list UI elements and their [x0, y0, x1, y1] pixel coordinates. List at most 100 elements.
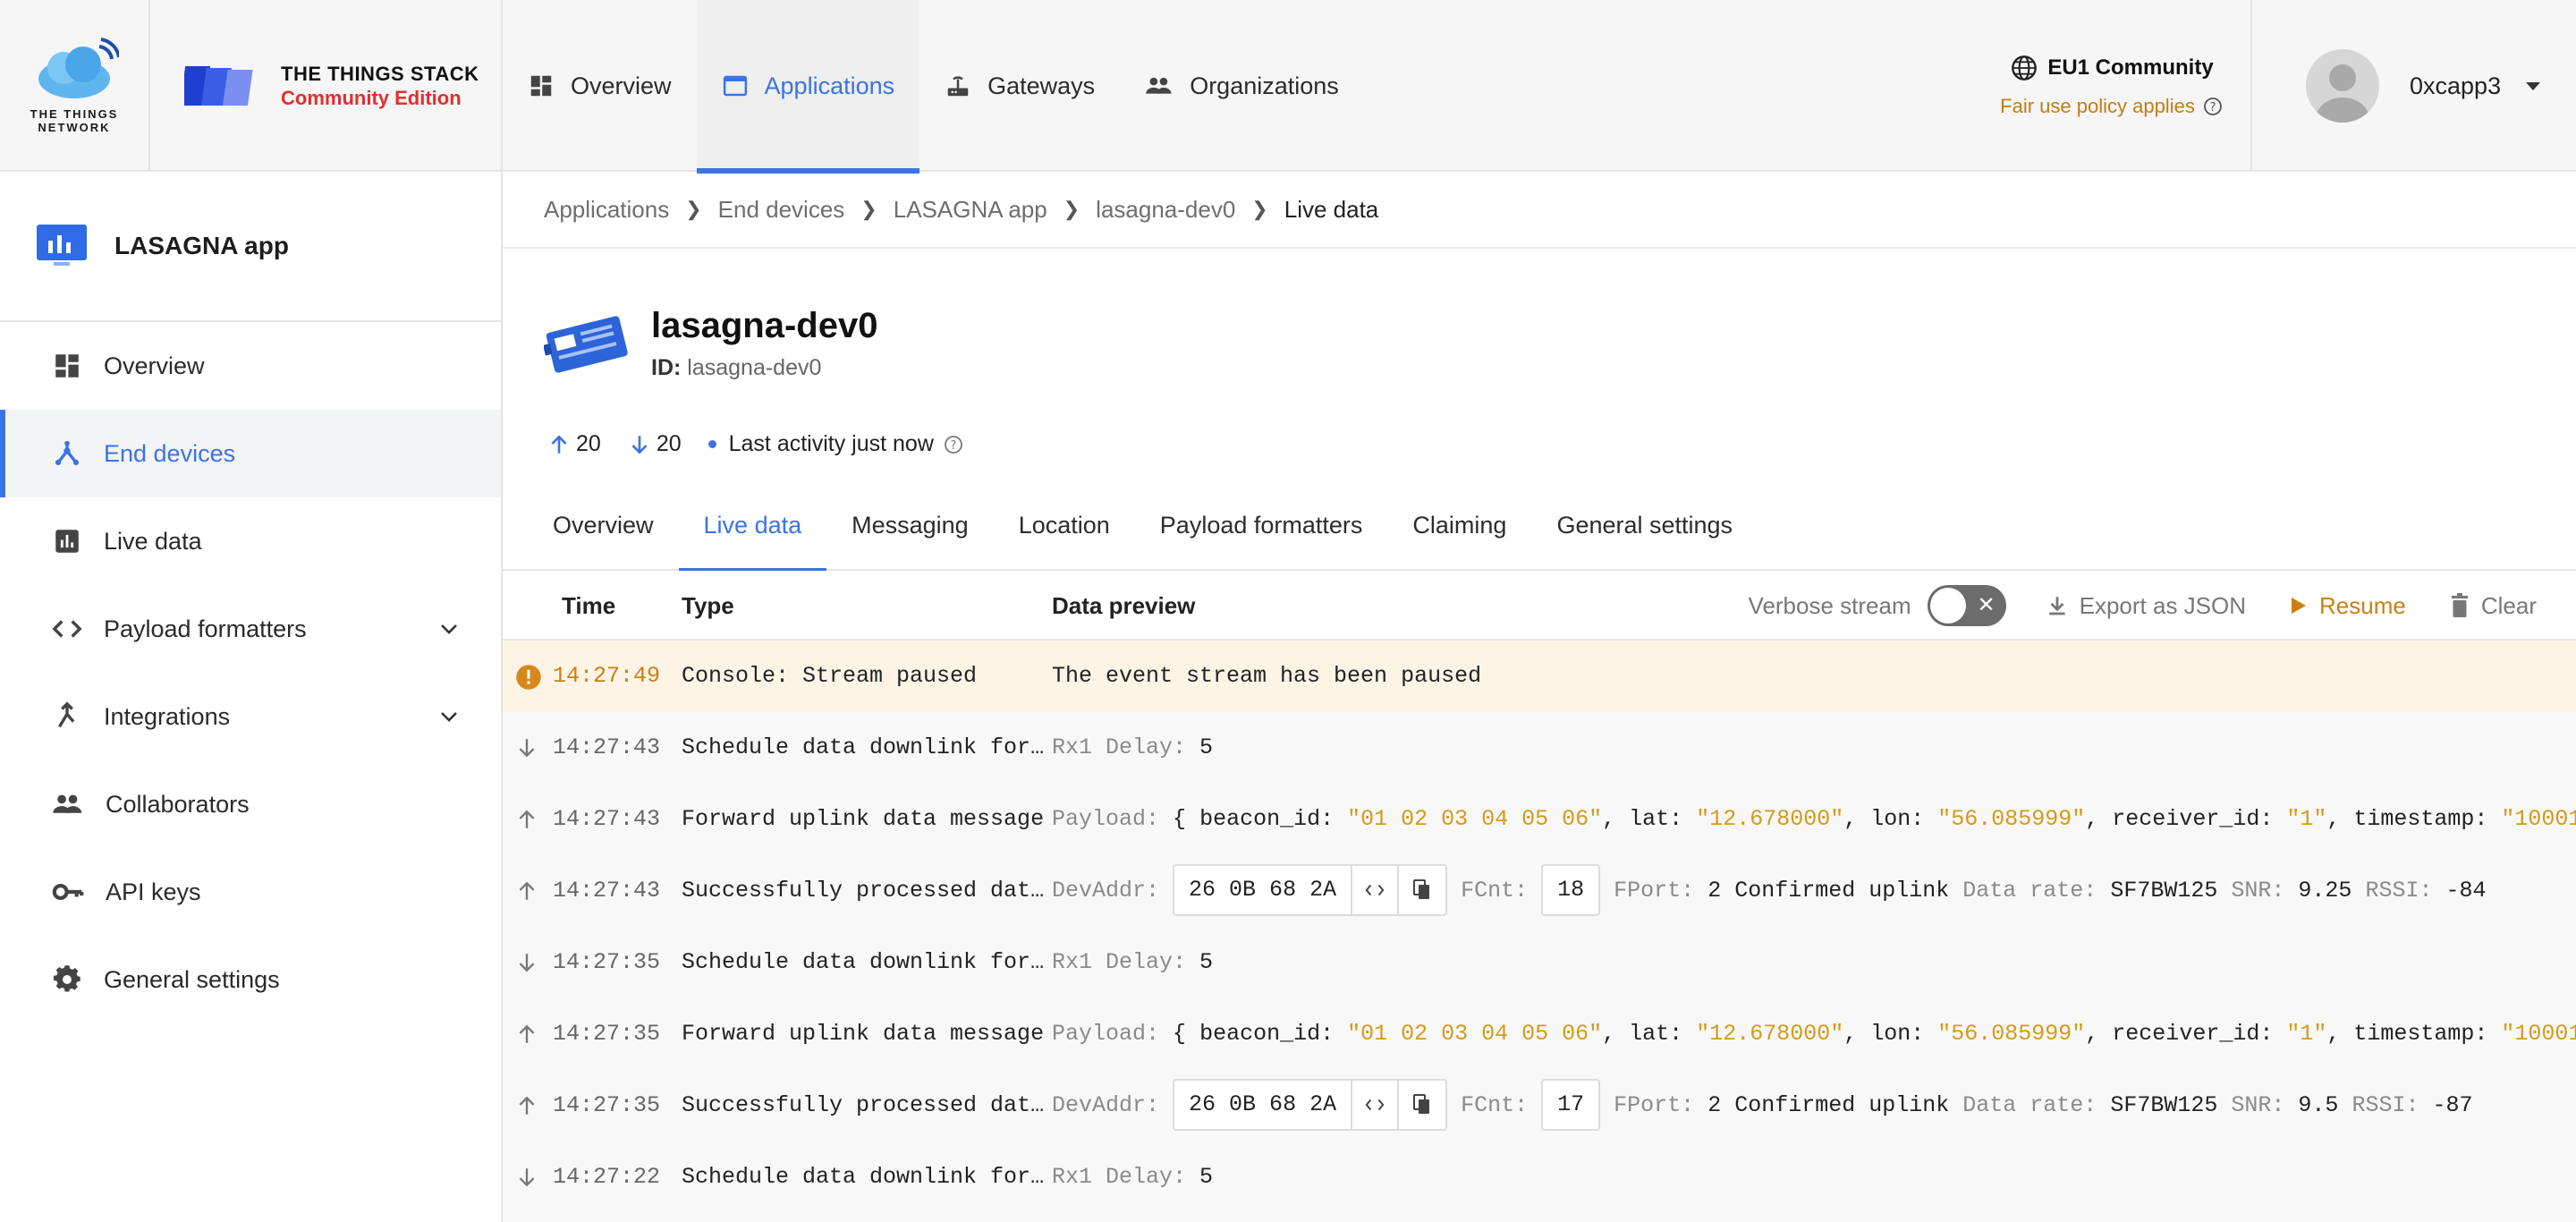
toggle-format-button[interactable] — [1352, 866, 1400, 915]
devaddr-value: 26 0B 68 2A — [1174, 866, 1353, 915]
tab-claiming[interactable]: Claiming — [1387, 503, 1531, 571]
payload-value: "10001" — [2501, 1021, 2576, 1047]
code-icon — [1365, 885, 1385, 896]
cluster-info[interactable]: EU1 Community Fair use policy applies ? — [1973, 0, 2250, 172]
fcnt-label: FCnt: — [1461, 878, 1529, 904]
tab-messaging[interactable]: Messaging — [826, 503, 994, 571]
event-row[interactable]: 14:27:35 Successfully processed dat… Dev… — [503, 1070, 2576, 1141]
verbose-stream-toggle[interactable]: ✕ — [1927, 585, 2006, 626]
clear-button[interactable]: Clear — [2449, 592, 2537, 620]
event-type: Schedule data downlink for… — [682, 1164, 1045, 1190]
clear-label: Clear — [2480, 591, 2537, 619]
nav-applications[interactable]: Applications — [696, 0, 920, 174]
rssi-label: RSSI: — [2351, 1092, 2419, 1118]
nav-gateways-label: Gateways — [987, 72, 1096, 99]
event-row[interactable]: 14:27:43 Successfully processed dat… Dev… — [503, 855, 2576, 927]
fcnt-value: 17 — [1541, 1079, 1601, 1132]
nav-overview[interactable]: Overview — [503, 0, 697, 172]
event-row[interactable]: 14:27:43 Forward uplink data message Pay… — [503, 784, 2576, 855]
copy-button[interactable] — [1399, 1081, 1445, 1129]
stack-logo[interactable]: THE THINGS STACK Community Edition — [150, 0, 503, 172]
sidebar-item-live-data[interactable]: Live data — [0, 497, 501, 585]
payload-value: "56.085999" — [1937, 806, 2086, 832]
payload-key: beacon_id: — [1199, 1021, 1335, 1047]
sidebar-item-overview[interactable]: Overview — [0, 322, 501, 410]
event-row[interactable]: 14:27:49 Console: Stream paused The even… — [503, 641, 2576, 712]
device-id-label: ID: — [651, 355, 682, 380]
help-circle-icon[interactable]: ? — [943, 434, 964, 455]
snr-label: SNR: — [2231, 1092, 2285, 1118]
event-time: 14:27:49 — [553, 663, 661, 689]
fair-use-link[interactable]: Fair use policy applies ? — [2000, 95, 2224, 118]
breadcrumb-device[interactable]: lasagna-dev0 — [1096, 196, 1235, 224]
tab-location[interactable]: Location — [994, 503, 1135, 571]
tab-payload-formatters[interactable]: Payload formatters — [1135, 503, 1388, 571]
sidebar-item-general-settings[interactable]: General settings — [0, 936, 501, 1023]
resume-button[interactable]: Resume — [2289, 592, 2406, 620]
chevron-down-icon[interactable] — [440, 624, 458, 634]
event-row[interactable]: 14:27:35 Forward uplink data message Pay… — [503, 998, 2576, 1070]
sidebar-item-label: End devices — [104, 439, 236, 467]
nav-gateways[interactable]: Gateways — [919, 0, 1120, 172]
copy-button[interactable] — [1399, 866, 1445, 914]
data-rate-value: SF7BW125 — [2110, 1092, 2218, 1118]
event-row[interactable]: 14:27:35 Schedule data downlink for… Rx1… — [503, 927, 2576, 998]
event-type: Forward uplink data message — [682, 1021, 1045, 1047]
main-content: Applications ❯ End devices ❯ LASAGNA app… — [503, 172, 2576, 1222]
confirmed-uplink: Confirmed uplink — [1734, 1092, 1950, 1118]
tab-general-settings[interactable]: General settings — [1531, 503, 1758, 571]
info-warning-icon — [516, 665, 541, 690]
tab-live-data[interactable]: Live data — [678, 503, 827, 573]
avatar — [2306, 49, 2379, 123]
event-time: 14:27:43 — [553, 878, 661, 904]
devaddr-label: DevAddr: — [1052, 1092, 1160, 1118]
sidebar-item-api-keys[interactable]: API keys — [0, 848, 501, 936]
export-json-button[interactable]: Export as JSON — [2046, 592, 2246, 620]
rx1-delay-value: 5 — [1199, 949, 1214, 975]
sidebar-item-payload-formatters[interactable]: Payload formatters — [0, 585, 501, 673]
sidebar-item-end-devices[interactable]: End devices — [0, 410, 501, 497]
event-preview: DevAddr: 26 0B 68 2A FCnt: 17 FPort: 2 C… — [1052, 1070, 2472, 1141]
user-menu[interactable]: 0xcapp3 — [2250, 0, 2576, 172]
verbose-stream-label: Verbose stream — [1748, 591, 1911, 619]
sidebar-item-label: Payload formatters — [104, 615, 307, 642]
arrow-up-icon — [519, 810, 535, 828]
event-time: 14:27:43 — [553, 734, 661, 760]
payload-value: "12.678000" — [1696, 1021, 1844, 1047]
fport-value: 2 — [1707, 878, 1722, 904]
sidebar-item-collaborators[interactable]: Collaborators — [0, 760, 501, 848]
arrow-up-icon — [519, 881, 535, 900]
nav-organizations[interactable]: Organizations — [1120, 0, 1364, 172]
tab-overview[interactable]: Overview — [528, 503, 679, 571]
chevron-down-icon[interactable] — [440, 711, 458, 722]
event-preview: DevAddr: 26 0B 68 2A FCnt: 18 FPort: 2 C… — [1052, 855, 2486, 927]
event-type: Successfully processed dat… — [682, 878, 1045, 904]
sidebar-item-integrations[interactable]: Integrations — [0, 673, 501, 760]
key-icon — [52, 884, 84, 900]
play-icon — [2292, 598, 2307, 614]
event-preview: Rx1 Delay: 5 — [1052, 927, 1213, 998]
svg-text:?: ? — [950, 439, 956, 453]
breadcrumb-applications[interactable]: Applications — [544, 196, 669, 224]
sidebar: LASAGNA app Overview End devices Live da… — [0, 172, 503, 1222]
people-icon — [53, 794, 82, 813]
downlink-value: 20 — [656, 431, 682, 456]
payload-value: "01 02 03 04 05 06" — [1347, 806, 1603, 832]
sidebar-item-label: Live data — [104, 527, 202, 555]
event-preview: Rx1 Delay: 5 — [1052, 1141, 1213, 1213]
breadcrumb-end-devices[interactable]: End devices — [718, 196, 845, 224]
globe-icon — [2012, 55, 2038, 81]
breadcrumb-app[interactable]: LASAGNA app — [894, 196, 1047, 224]
event-row[interactable]: 14:27:22 Schedule data downlink for… Rx1… — [503, 1141, 2576, 1213]
ttn-logo[interactable]: THE THINGS NETWORK — [0, 0, 150, 172]
fair-use-text: Fair use policy applies — [2000, 95, 2195, 117]
devaddr-field: 26 0B 68 2A — [1173, 864, 1448, 917]
toggle-format-button[interactable] — [1352, 1081, 1400, 1130]
close-icon: ✕ — [1977, 593, 1996, 617]
device-header: lasagna-dev0 ID: lasagna-dev0 — [544, 306, 877, 381]
arrow-down-icon — [519, 739, 535, 758]
event-row[interactable]: 14:27:43 Schedule data downlink for… Rx1… — [503, 712, 2576, 784]
event-preview: Payload: { beacon_id: "01 02 03 04 05 06… — [1052, 998, 2576, 1070]
column-time: Time — [562, 592, 616, 619]
app-header[interactable]: LASAGNA app — [0, 172, 501, 322]
